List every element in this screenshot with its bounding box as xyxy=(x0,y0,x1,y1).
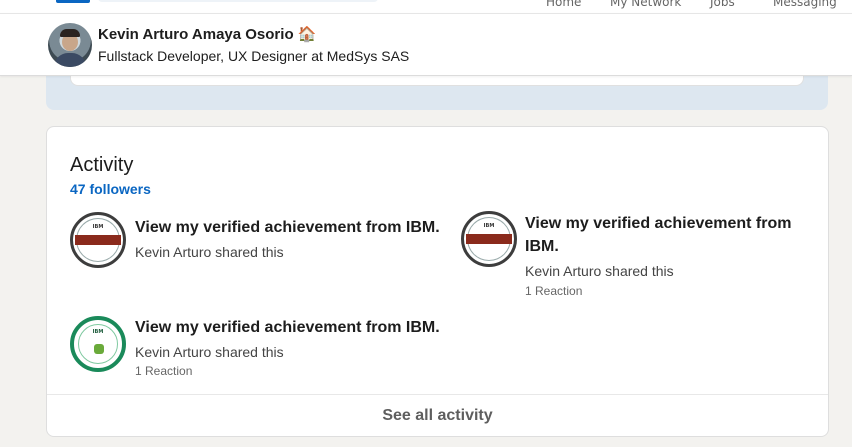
post-title[interactable]: View my verified achievement from IBM. xyxy=(135,316,440,339)
nav-jobs[interactable]: Jobs xyxy=(710,0,735,9)
post-shared-text: Kevin Arturo shared this xyxy=(135,344,284,360)
see-all-activity-button[interactable]: See all activity xyxy=(47,394,828,436)
avatar[interactable] xyxy=(48,23,92,67)
post-shared-text: Kevin Arturo shared this xyxy=(135,244,284,260)
sticky-profile-header: Kevin Arturo Amaya Osorio 🏠 Fullstack De… xyxy=(0,13,852,76)
activity-post[interactable]: IBM View my verified achievement from IB… xyxy=(461,211,811,301)
data-visualization-python-badge-icon: IBM xyxy=(70,212,126,268)
post-reactions[interactable]: 1 Reaction xyxy=(135,364,192,378)
activity-post[interactable]: IBM View my verified achievement from IB… xyxy=(70,316,450,386)
activity-title: Activity xyxy=(70,154,134,176)
linkedin-logo-icon[interactable] xyxy=(56,0,90,3)
post-shared-text: Kevin Arturo shared this xyxy=(525,263,674,279)
activity-section: Activity 47 followers IBM View my verifi… xyxy=(46,126,829,437)
post-title[interactable]: View my verified achievement from IBM. xyxy=(135,216,440,239)
activity-post[interactable]: IBM View my verified achievement from IB… xyxy=(70,212,450,282)
python-cognitive-class-badge-icon: IBM xyxy=(70,316,126,372)
followers-link[interactable]: 47 followers xyxy=(70,181,151,197)
data-analysis-python-badge-icon: IBM xyxy=(461,211,517,267)
nav-home[interactable]: Home xyxy=(546,0,581,9)
post-title[interactable]: View my verified achievement from IBM. xyxy=(525,212,791,258)
profile-headline: Fullstack Developer, UX Designer at MedS… xyxy=(98,48,410,64)
profile-name: Kevin Arturo Amaya Osorio 🏠 xyxy=(98,26,317,43)
nav-messaging[interactable]: Messaging xyxy=(773,0,837,9)
post-reactions[interactable]: 1 Reaction xyxy=(525,284,582,298)
top-navigation: Home My Network Jobs Messaging xyxy=(0,0,852,13)
nav-my-network[interactable]: My Network xyxy=(610,0,681,9)
search-input[interactable] xyxy=(98,0,378,2)
